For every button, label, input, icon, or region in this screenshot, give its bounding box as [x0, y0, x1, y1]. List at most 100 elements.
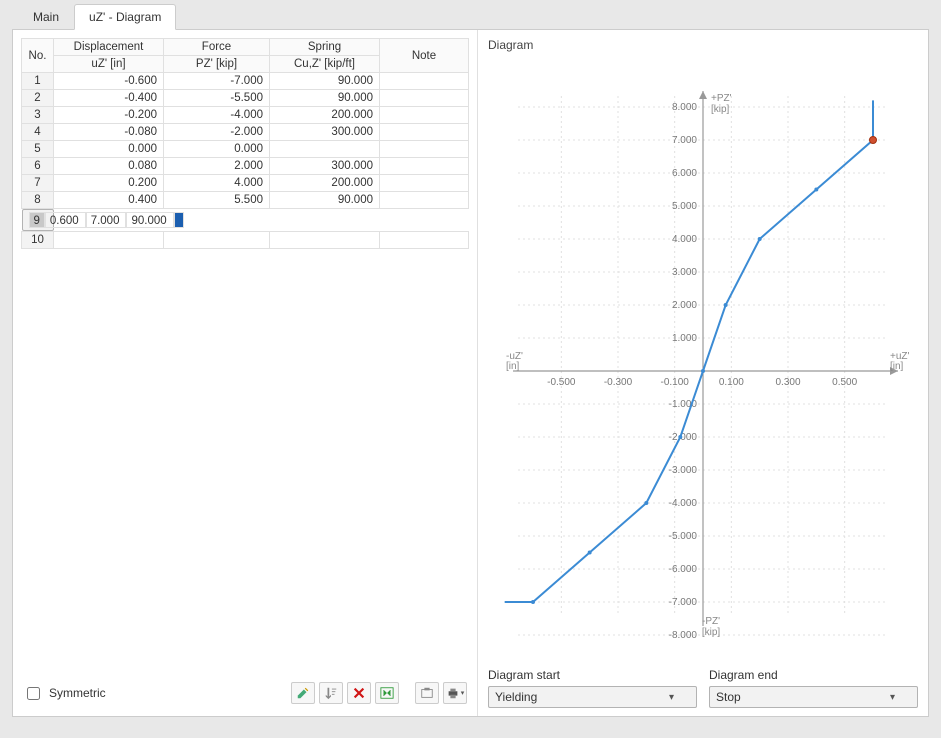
diagram-start-select[interactable]: Yielding ▾ [488, 686, 697, 708]
cell-note[interactable] [380, 158, 469, 175]
left-column: No. Displacement Force Spring Note uZ' [… [13, 30, 478, 716]
cell-spring[interactable]: 200.000 [270, 175, 380, 192]
table-row[interactable]: 10 [22, 232, 469, 249]
row-number: 1 [22, 73, 54, 90]
cell-force[interactable] [164, 232, 270, 249]
cell-force[interactable]: 2.000 [164, 158, 270, 175]
svg-text:-0.300: -0.300 [604, 377, 633, 388]
col-header-disp: Displacement [54, 39, 164, 56]
cell-force[interactable]: 0.000 [164, 141, 270, 158]
diagram-end-select[interactable]: Stop ▾ [709, 686, 918, 708]
cell-spring[interactable]: 300.000 [270, 158, 380, 175]
table-row[interactable]: 1-0.600-7.00090.000 [22, 73, 469, 90]
col-header-spring: Spring [270, 39, 380, 56]
cell-force[interactable]: -2.000 [164, 124, 270, 141]
svg-text:0.100: 0.100 [719, 377, 744, 388]
cell-spring[interactable] [270, 141, 380, 158]
symmetric-checkbox[interactable]: Symmetric [23, 684, 106, 703]
cell-note[interactable] [380, 192, 469, 209]
svg-text:-4.000: -4.000 [669, 498, 698, 509]
cell-displacement[interactable]: 0.400 [54, 192, 164, 209]
cell-spring[interactable]: 200.000 [270, 107, 380, 124]
print-icon[interactable]: ▾ [443, 682, 467, 704]
cell-spring[interactable]: 90.000 [270, 90, 380, 107]
svg-text:7.000: 7.000 [672, 135, 697, 146]
svg-text:-2.000: -2.000 [669, 432, 698, 443]
cell-note[interactable] [380, 232, 469, 249]
table-row[interactable]: 90.6007.00090.000 [22, 209, 54, 231]
cell-spring[interactable] [270, 232, 380, 249]
svg-text:1.000: 1.000 [672, 333, 697, 344]
svg-text:-7.000: -7.000 [669, 597, 698, 608]
excel-icon[interactable] [375, 682, 399, 704]
cell-displacement[interactable]: -0.600 [54, 73, 164, 90]
table-row[interactable]: 50.0000.000 [22, 141, 469, 158]
cell-note[interactable] [380, 107, 469, 124]
cell-force[interactable]: -4.000 [164, 107, 270, 124]
svg-text:-PZ': -PZ' [702, 616, 720, 627]
diagram-end-label: Diagram end [709, 668, 918, 682]
diagram-end-value: Stop [716, 690, 741, 704]
svg-text:[kip]: [kip] [711, 104, 730, 115]
row-number: 6 [22, 158, 54, 175]
cell-note[interactable] [380, 73, 469, 90]
col-header-note: Note [380, 39, 469, 73]
cell-displacement[interactable]: 0.080 [54, 158, 164, 175]
chevron-down-icon: ▾ [890, 692, 895, 703]
cell-displacement[interactable]: -0.200 [54, 107, 164, 124]
sort-icon[interactable] [319, 682, 343, 704]
svg-text:-0.100: -0.100 [660, 377, 689, 388]
export-icon[interactable] [415, 682, 439, 704]
diagram-start-label: Diagram start [488, 668, 697, 682]
table-row[interactable]: 2-0.400-5.50090.000 [22, 90, 469, 107]
chart-svg: -8.000-7.000-6.000-5.000-4.000-3.000-2.0… [488, 56, 918, 646]
tab-main[interactable]: Main [18, 4, 74, 30]
cell-spring[interactable]: 90.000 [126, 212, 173, 228]
cell-force[interactable]: -7.000 [164, 73, 270, 90]
cell-note[interactable] [174, 212, 184, 228]
diagram-controls: Diagram start Yielding ▾ Diagram end Sto… [488, 668, 918, 708]
svg-text:[in]: [in] [506, 361, 520, 372]
cell-displacement[interactable]: -0.080 [54, 124, 164, 141]
cell-force[interactable]: 7.000 [86, 212, 127, 228]
table-row[interactable]: 80.4005.50090.000 [22, 192, 469, 209]
toolbar-icons: ▾ [291, 682, 467, 704]
row-number: 4 [22, 124, 54, 141]
cell-note[interactable] [380, 141, 469, 158]
symmetric-checkbox-input[interactable] [27, 687, 40, 700]
symmetric-label: Symmetric [49, 686, 106, 700]
svg-text:-5.000: -5.000 [669, 531, 698, 542]
table-row[interactable]: 70.2004.000200.000 [22, 175, 469, 192]
table-row[interactable]: 4-0.080-2.000300.000 [22, 124, 469, 141]
cell-note[interactable] [380, 124, 469, 141]
edit-icon[interactable] [291, 682, 315, 704]
diagram-start-value: Yielding [495, 690, 537, 704]
tab-bar: Main uZ' - Diagram [18, 4, 941, 30]
delete-icon[interactable] [347, 682, 371, 704]
chevron-down-icon: ▾ [669, 692, 674, 703]
tab-uz-diagram[interactable]: uZ' - Diagram [74, 4, 176, 30]
diagram-title: Diagram [488, 38, 918, 52]
svg-text:2.000: 2.000 [672, 300, 697, 311]
cell-displacement[interactable] [54, 232, 164, 249]
cell-displacement[interactable]: -0.400 [54, 90, 164, 107]
cell-spring[interactable]: 90.000 [270, 73, 380, 90]
cell-note[interactable] [380, 175, 469, 192]
cell-spring[interactable]: 90.000 [270, 192, 380, 209]
svg-text:3.000: 3.000 [672, 267, 697, 278]
row-number: 10 [22, 232, 54, 249]
table-row[interactable]: 3-0.200-4.000200.000 [22, 107, 469, 124]
data-table[interactable]: No. Displacement Force Spring Note uZ' [… [21, 38, 469, 249]
cell-note[interactable] [380, 90, 469, 107]
cell-displacement[interactable]: 0.600 [45, 212, 86, 228]
cell-force[interactable]: -5.500 [164, 90, 270, 107]
chart-area: -8.000-7.000-6.000-5.000-4.000-3.000-2.0… [488, 56, 918, 662]
cell-force[interactable]: 5.500 [164, 192, 270, 209]
window: Main uZ' - Diagram No. Displacement Forc… [0, 4, 941, 738]
cell-spring[interactable]: 300.000 [270, 124, 380, 141]
table-row[interactable]: 60.0802.000300.000 [22, 158, 469, 175]
cell-force[interactable]: 4.000 [164, 175, 270, 192]
row-number: 3 [22, 107, 54, 124]
cell-displacement[interactable]: 0.000 [54, 141, 164, 158]
cell-displacement[interactable]: 0.200 [54, 175, 164, 192]
